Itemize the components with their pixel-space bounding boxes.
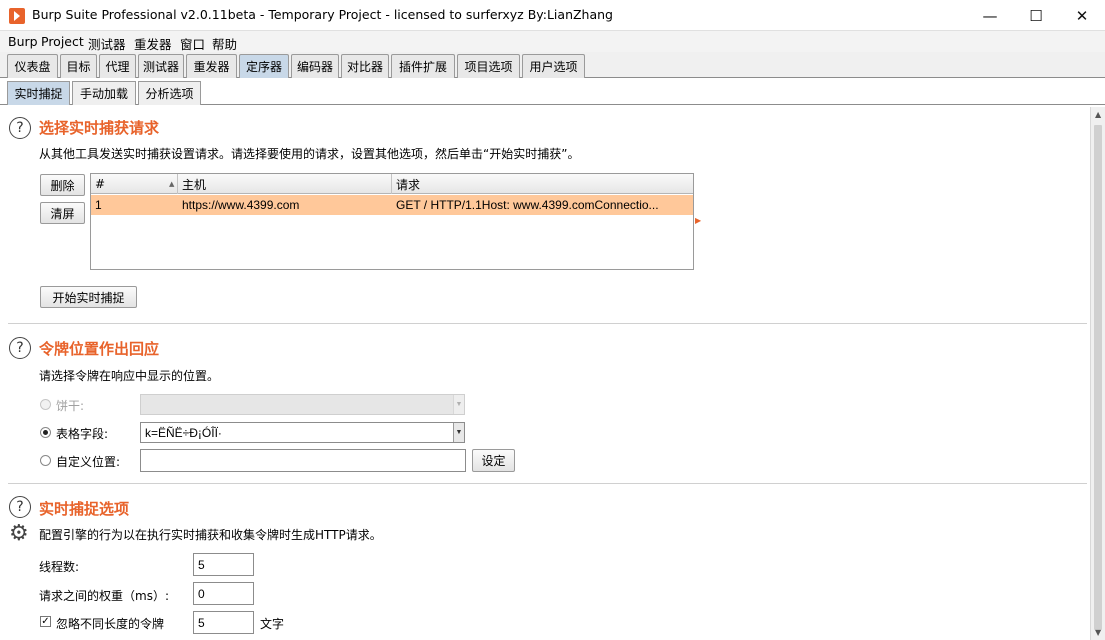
divider: [8, 323, 1087, 324]
divider: [8, 483, 1087, 484]
throttle-input[interactable]: 0: [193, 582, 254, 605]
section-title-select-request: 选择实时捕获请求: [39, 119, 160, 137]
window-title: Burp Suite Professional v2.0.11beta - Te…: [32, 7, 613, 22]
clear-button[interactable]: 清屏: [40, 202, 85, 224]
row-pointer-icon: ▶: [695, 216, 702, 225]
tab-proxy[interactable]: 代理: [99, 54, 136, 78]
start-live-capture-button[interactable]: 开始实时捕捉: [40, 286, 137, 308]
tab-extender[interactable]: 插件扩展: [391, 54, 455, 78]
config-button[interactable]: 设定: [472, 449, 515, 472]
row-host: https://www.4399.com: [182, 198, 300, 212]
subtab-live-capture[interactable]: 实时捕捉: [7, 81, 70, 105]
sequencer-panel: ? 选择实时捕获请求 从其他工具发送实时捕获设置请求。请选择要使用的请求，设置其…: [1, 107, 1089, 640]
row-request: GET / HTTP/1.1Host: www.4399.comConnecti…: [396, 198, 659, 212]
tab-dashboard[interactable]: 仪表盘: [7, 54, 58, 78]
ignore-length-input[interactable]: 5: [193, 611, 254, 634]
maximize-button[interactable]: ☐: [1013, 0, 1059, 31]
help-icon[interactable]: ?: [9, 337, 31, 359]
menu-help[interactable]: 帮助: [212, 34, 237, 53]
menu-intruder[interactable]: 测试器: [88, 34, 126, 53]
remove-button[interactable]: 删除: [40, 174, 85, 196]
ignore-length-checkbox[interactable]: ✓: [40, 616, 51, 627]
tab-project-options[interactable]: 项目选项: [457, 54, 520, 78]
column-header-number[interactable]: #: [91, 174, 178, 194]
custom-location-radio[interactable]: [40, 455, 51, 466]
request-table: # ▲ 主机 请求 1 https://www.4399.com GET / H…: [90, 173, 694, 270]
menu-project[interactable]: Project: [41, 34, 84, 49]
cookie-radio[interactable]: [40, 399, 51, 410]
form-field-value: k=ËÑË÷Ð¡ÓÎÏ·: [145, 425, 222, 440]
form-field-select[interactable]: k=ËÑË÷Ð¡ÓÎÏ· ▼: [140, 422, 465, 443]
form-field-radio[interactable]: [40, 427, 51, 438]
ignore-length-label: 忽略不同长度的令牌: [56, 617, 165, 631]
menu-repeater[interactable]: 重发器: [134, 34, 172, 53]
main-tab-bar: 仪表盘 目标 代理 测试器 重发器 定序器 编码器 对比器 插件扩展 项目选项 …: [0, 52, 1105, 78]
scroll-down-icon[interactable]: ▼: [1095, 628, 1101, 637]
custom-location-input[interactable]: [140, 449, 466, 472]
vertical-scrollbar[interactable]: ▲ ▼: [1090, 107, 1105, 640]
section-description: 请选择令牌在响应中显示的位置。: [39, 369, 220, 383]
scroll-up-icon[interactable]: ▲: [1095, 110, 1101, 119]
tab-comparer[interactable]: 对比器: [341, 54, 389, 78]
menu-bar: Burp Project 测试器 重发器 窗口 帮助: [0, 31, 1105, 52]
title-bar: Burp Suite Professional v2.0.11beta - Te…: [0, 0, 1105, 31]
close-button[interactable]: ✕: [1059, 0, 1105, 31]
sort-ascending-icon: ▲: [169, 180, 175, 188]
tab-repeater[interactable]: 重发器: [186, 54, 237, 78]
threads-label: 线程数:: [39, 560, 80, 574]
section-description: 配置引擎的行为以在执行实时捕获和收集令牌时生成HTTP请求。: [39, 528, 382, 542]
tab-user-options[interactable]: 用户选项: [522, 54, 585, 78]
section-title-capture-options: 实时捕捉选项: [39, 500, 130, 518]
form-field-label: 表格字段:: [56, 427, 109, 441]
ignore-length-unit: 文字: [260, 617, 285, 631]
table-header: # ▲ 主机 请求: [91, 174, 693, 194]
tab-decoder[interactable]: 编码器: [291, 54, 339, 78]
scrollbar-thumb[interactable]: [1094, 125, 1102, 630]
cookie-label: 饼干:: [56, 399, 85, 413]
subtab-analysis-options[interactable]: 分析选项: [138, 81, 201, 105]
section-title-token-location: 令牌位置作出回应: [39, 340, 160, 358]
tab-intruder[interactable]: 测试器: [138, 54, 184, 78]
tab-target[interactable]: 目标: [60, 54, 97, 78]
section-description: 从其他工具发送实时捕获设置请求。请选择要使用的请求，设置其他选项，然后单击“开始…: [39, 147, 580, 161]
column-header-host[interactable]: 主机: [178, 174, 392, 194]
chevron-down-icon: ▼: [453, 423, 464, 442]
tab-sequencer[interactable]: 定序器: [239, 54, 289, 78]
burp-logo-icon: [9, 8, 25, 24]
threads-input[interactable]: 5: [193, 553, 254, 576]
menu-burp[interactable]: Burp: [8, 34, 38, 49]
gear-icon[interactable]: ⚙: [9, 521, 29, 546]
sub-tab-bar: 实时捕捉 手动加载 分析选项: [0, 79, 1105, 105]
subtab-manual-load[interactable]: 手动加载: [72, 81, 136, 105]
custom-location-label: 自定义位置:: [56, 455, 121, 469]
menu-window[interactable]: 窗口: [180, 34, 205, 53]
table-row[interactable]: 1 https://www.4399.com GET / HTTP/1.1Hos…: [91, 195, 693, 215]
minimize-button[interactable]: —: [967, 0, 1013, 31]
cookie-select[interactable]: ▼: [140, 394, 465, 415]
column-header-request[interactable]: 请求: [392, 174, 693, 194]
help-icon[interactable]: ?: [9, 117, 31, 139]
help-icon[interactable]: ?: [9, 496, 31, 518]
chevron-down-icon: ▼: [453, 395, 464, 414]
row-number: 1: [95, 198, 102, 212]
throttle-label: 请求之间的权重（ms）:: [39, 589, 169, 603]
